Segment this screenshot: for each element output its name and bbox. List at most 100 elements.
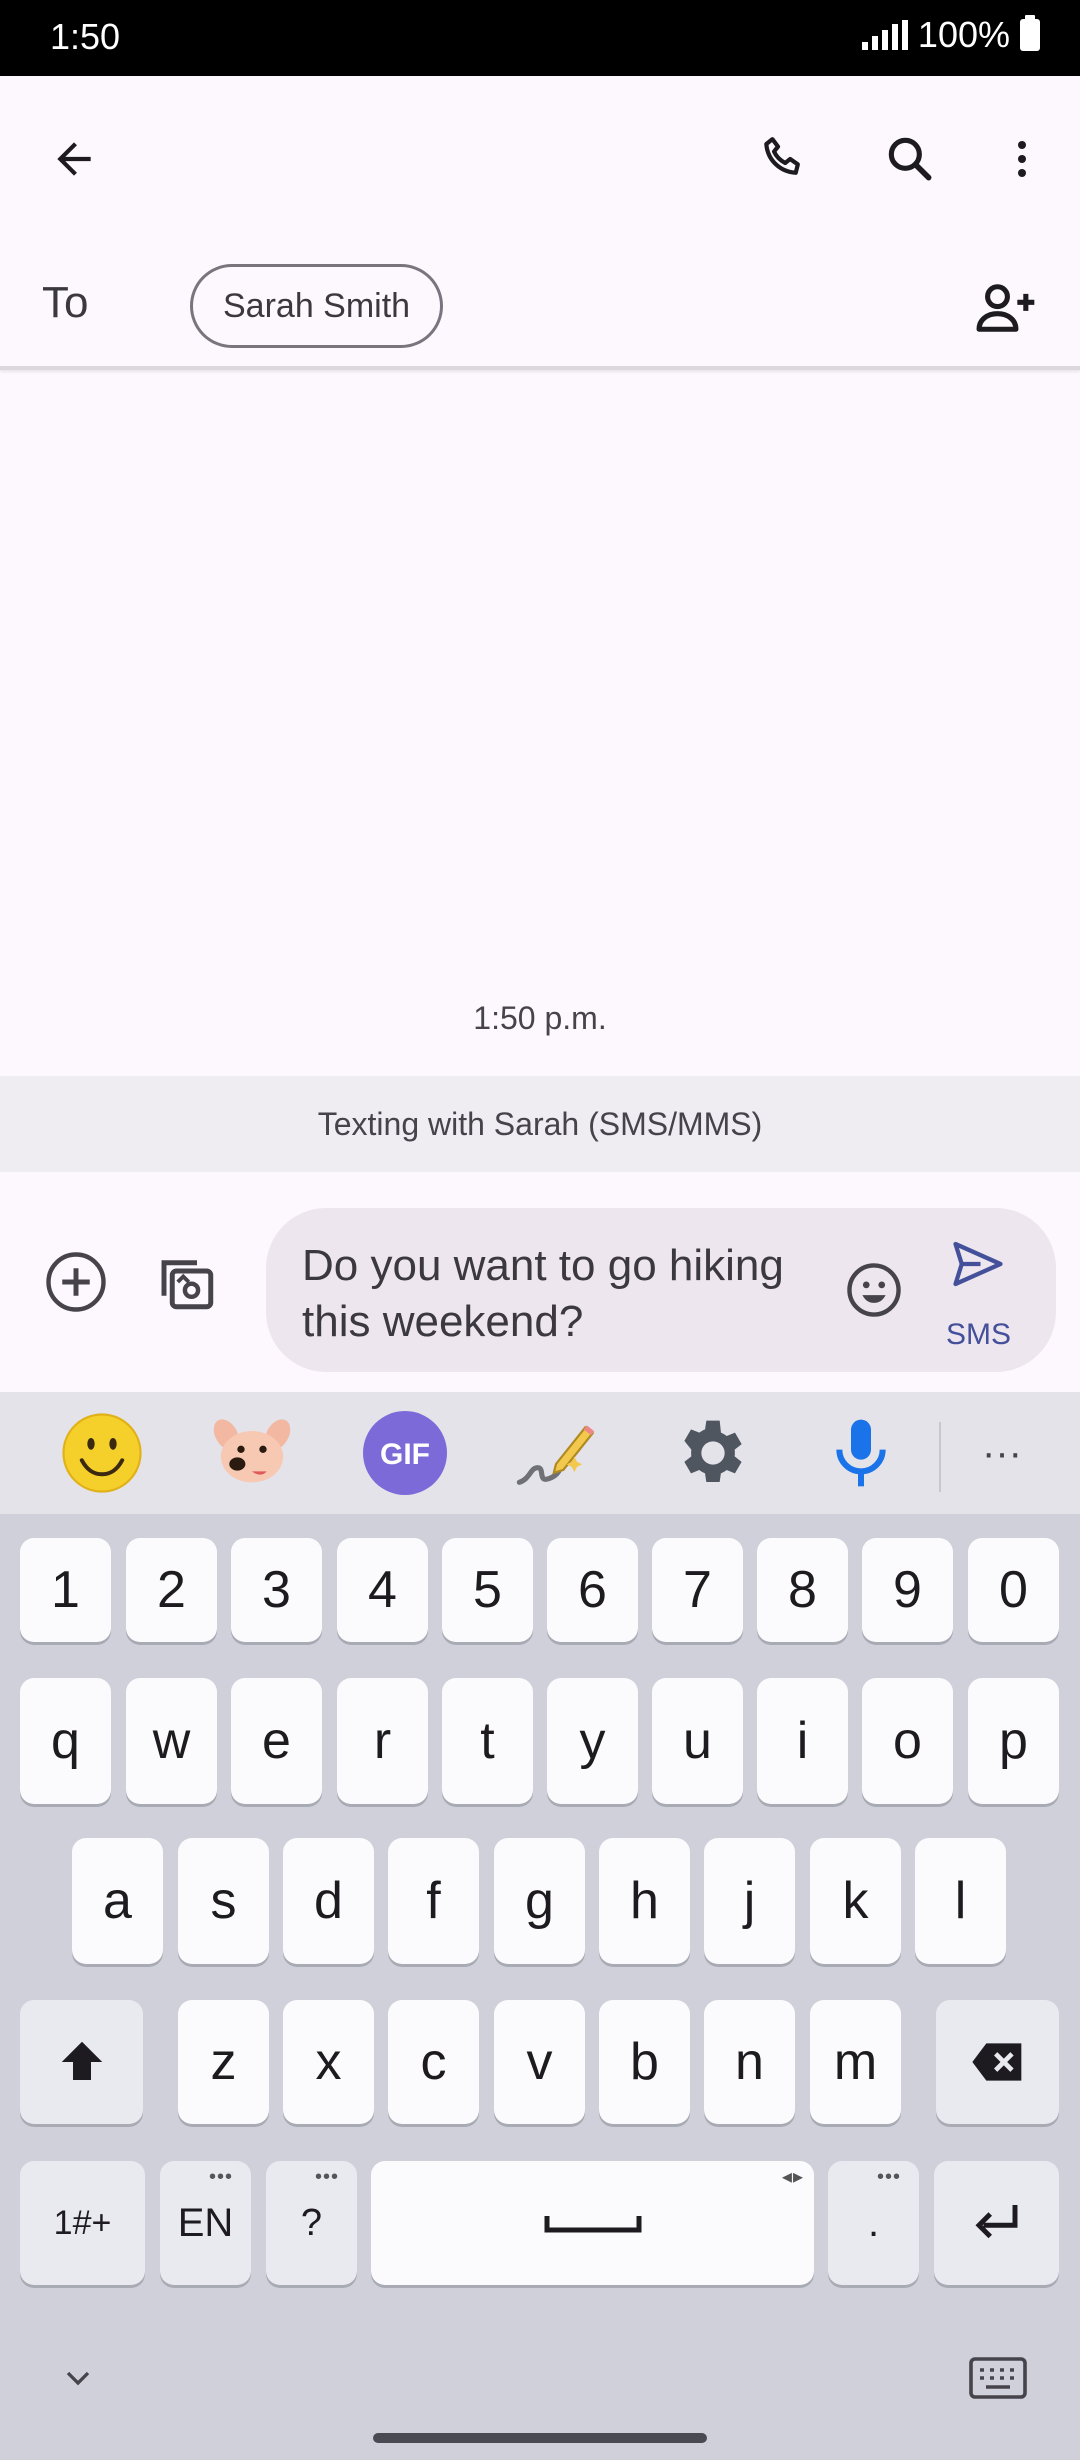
add-attachment-button[interactable] [28, 1234, 124, 1330]
key-9[interactable]: 9 [862, 1538, 953, 1642]
key-f[interactable]: f [388, 1838, 479, 1964]
search-button[interactable] [862, 111, 958, 207]
switch-keyboard-button[interactable] [950, 2346, 1046, 2410]
to-label: To [42, 278, 89, 327]
add-circle-icon [46, 1252, 106, 1312]
key-t[interactable]: t [442, 1678, 533, 1804]
shift-icon [61, 2041, 102, 2080]
chevron-down-icon [66, 2371, 90, 2386]
gallery-camera-icon [161, 1260, 214, 1310]
key-8[interactable]: 8 [757, 1538, 848, 1642]
key-y[interactable]: y [547, 1678, 638, 1804]
emoji-button[interactable] [826, 1242, 922, 1338]
keyboard-toolbar: GIF ··· [0, 1392, 1080, 1514]
enter-icon [974, 2205, 1017, 2239]
add-person-icon [976, 284, 1035, 332]
arrow-back-icon [57, 142, 91, 176]
key-1[interactable]: 1 [20, 1538, 111, 1642]
keyboard-icon [969, 2357, 1027, 2399]
key-4[interactable]: 4 [337, 1538, 428, 1642]
compose-bar: Do you want to go hiking this weekend? S… [0, 1172, 1080, 1392]
texting-banner: Texting with Sarah (SMS/MMS) [0, 1076, 1080, 1172]
call-button[interactable] [737, 111, 833, 207]
cursor-arrows: ◂▸ [781, 2166, 804, 2188]
message-input-text[interactable]: Do you want to go hiking this weekend? [302, 1238, 822, 1350]
language-key[interactable]: EN ••• [160, 2161, 251, 2285]
gif-button[interactable]: GIF [357, 1405, 453, 1501]
add-recipient-button[interactable] [958, 260, 1054, 356]
send-button[interactable] [930, 1216, 1026, 1312]
backspace-icon [971, 2043, 1021, 2081]
key-p[interactable]: p [968, 1678, 1059, 1804]
keyboard: 1 2 3 4 5 6 7 8 9 0 q w e r t y u i o p … [0, 1514, 1080, 2460]
svg-text:GIF: GIF [380, 1438, 430, 1471]
backspace-key[interactable] [936, 2000, 1059, 2124]
keyboard-settings-button[interactable] [662, 1405, 758, 1501]
period-key[interactable]: . ••• [828, 2161, 919, 2285]
sticker-icon [213, 1419, 291, 1483]
key-0[interactable]: 0 [968, 1538, 1059, 1642]
gallery-button[interactable] [138, 1234, 234, 1330]
handwriting-icon [516, 1425, 595, 1485]
key-u[interactable]: u [652, 1678, 743, 1804]
key-k[interactable]: k [810, 1838, 901, 1964]
mic-icon [836, 1419, 886, 1487]
key-j[interactable]: j [704, 1838, 795, 1964]
key-g[interactable]: g [494, 1838, 585, 1964]
key-2[interactable]: 2 [126, 1538, 217, 1642]
home-indicator[interactable] [373, 2433, 707, 2443]
key-w[interactable]: w [126, 1678, 217, 1804]
key-o[interactable]: o [862, 1678, 953, 1804]
toolbar-more-button[interactable]: ··· [954, 1405, 1050, 1501]
key-h[interactable]: h [599, 1838, 690, 1964]
key-7[interactable]: 7 [652, 1538, 743, 1642]
search-icon [888, 137, 932, 181]
key-b[interactable]: b [599, 2000, 690, 2124]
key-x[interactable]: x [283, 2000, 374, 2124]
emoji-icon [62, 1413, 142, 1493]
long-press-dots: ••• [314, 2166, 339, 2188]
key-a[interactable]: a [72, 1838, 163, 1964]
recipient-chip[interactable]: Sarah Smith [190, 264, 444, 348]
key-s[interactable]: s [178, 1838, 269, 1964]
key-i[interactable]: i [757, 1678, 848, 1804]
message-field[interactable]: Do you want to go hiking this weekend? S… [266, 1208, 1056, 1372]
hide-keyboard-button[interactable] [30, 2346, 126, 2410]
message-timestamp: 1:50 p.m. [473, 1000, 607, 1036]
question-key[interactable]: ? ••• [266, 2161, 357, 2285]
emoji-keyboard-button[interactable] [54, 1405, 150, 1501]
key-z[interactable]: z [178, 2000, 269, 2124]
space-key[interactable]: ◂▸ [371, 2161, 814, 2285]
long-press-dots: ••• [876, 2166, 901, 2188]
more-vert-icon [1018, 141, 1026, 177]
language-label: EN [177, 2200, 234, 2245]
send-icon [953, 1241, 1003, 1287]
question-label: ? [300, 2201, 323, 2244]
key-v[interactable]: v [494, 2000, 585, 2124]
key-n[interactable]: n [704, 2000, 795, 2124]
signal-icon [861, 20, 908, 50]
status-icons: 100% [861, 14, 1040, 56]
key-3[interactable]: 3 [231, 1538, 322, 1642]
voice-input-button[interactable] [813, 1405, 909, 1501]
battery-icon [1020, 15, 1040, 51]
key-d[interactable]: d [283, 1838, 374, 1964]
long-press-dots: ••• [208, 2166, 233, 2188]
handwriting-button[interactable] [508, 1405, 604, 1501]
key-q[interactable]: q [20, 1678, 111, 1804]
key-5[interactable]: 5 [442, 1538, 533, 1642]
sticker-button[interactable] [204, 1405, 300, 1501]
key-6[interactable]: 6 [547, 1538, 638, 1642]
more-options-button[interactable] [974, 111, 1070, 207]
period-label: . [867, 2200, 880, 2245]
shift-key[interactable] [20, 2000, 143, 2124]
back-button[interactable] [26, 111, 122, 207]
key-l[interactable]: l [915, 1838, 1006, 1964]
key-m[interactable]: m [810, 2000, 901, 2124]
enter-key[interactable] [934, 2161, 1059, 2285]
symbols-key[interactable]: 1#+ [20, 2161, 145, 2285]
phone-icon [764, 137, 800, 175]
key-c[interactable]: c [388, 2000, 479, 2124]
key-e[interactable]: e [231, 1678, 322, 1804]
key-r[interactable]: r [337, 1678, 428, 1804]
